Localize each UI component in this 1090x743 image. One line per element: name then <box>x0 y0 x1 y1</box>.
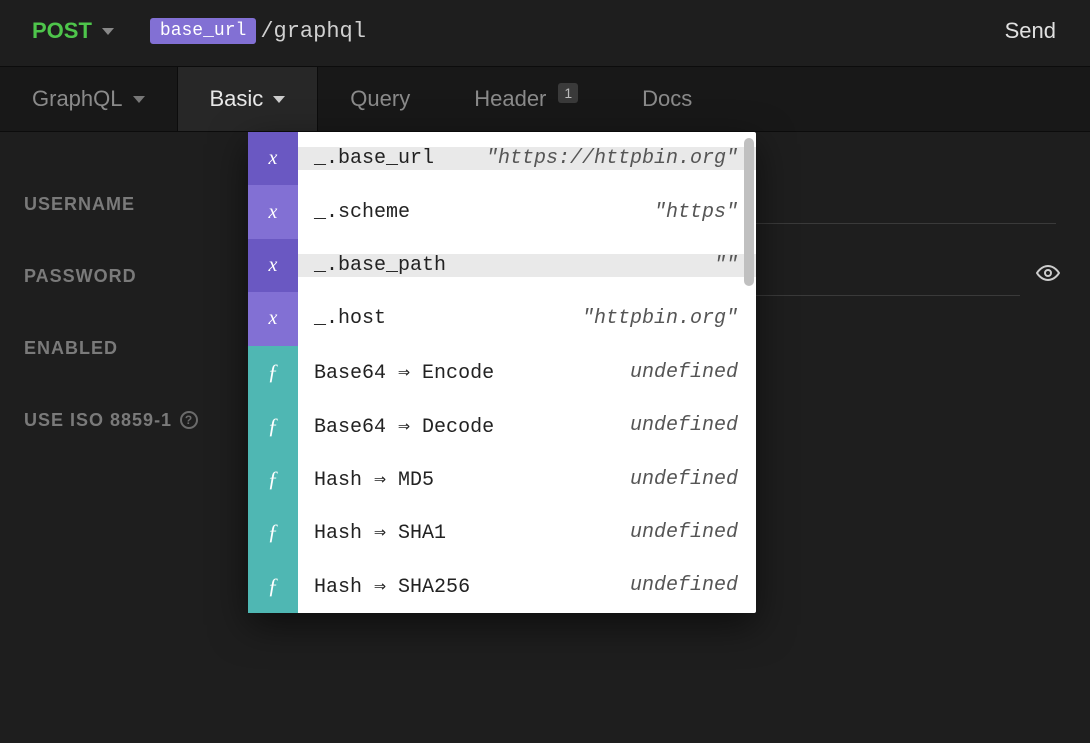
tab-query-label: Query <box>350 86 410 112</box>
url-input[interactable]: base_url /graphql <box>150 18 366 44</box>
autocomplete-item-name: _.base_path <box>314 254 446 277</box>
autocomplete-item-value: undefined <box>630 574 738 597</box>
autocomplete-item-value: undefined <box>630 468 738 491</box>
autocomplete-item-value: undefined <box>630 521 738 544</box>
autocomplete-item-value: "httpbin.org" <box>582 307 738 330</box>
autocomplete-item[interactable]: x _.base_url "https://httpbin.org" <box>248 132 756 185</box>
autocomplete-item[interactable]: ƒ Base64 ⇒ Decode undefined <box>248 399 756 452</box>
function-icon: ƒ <box>248 346 298 399</box>
chevron-down-icon <box>133 96 145 103</box>
function-icon: ƒ <box>248 559 298 612</box>
autocomplete-item-name: Base64 ⇒ Encode <box>314 359 494 385</box>
autocomplete-item[interactable]: ƒ Hash ⇒ SHA1 undefined <box>248 506 756 559</box>
tab-docs[interactable]: Docs <box>610 67 724 131</box>
autocomplete-item[interactable]: ƒ Base64 ⇒ Encode undefined <box>248 346 756 399</box>
tab-auth-type[interactable]: Basic <box>178 67 319 131</box>
autocomplete-item-value: undefined <box>630 361 738 384</box>
autocomplete-item[interactable]: x _.base_path "" <box>248 239 756 292</box>
variable-icon: x <box>248 292 298 345</box>
autocomplete-item[interactable]: ƒ Hash ⇒ MD5 undefined <box>248 452 756 505</box>
autocomplete-item-body: _.host "httpbin.org" <box>298 307 756 330</box>
autocomplete-item-body: _.base_url "https://httpbin.org" <box>298 147 756 170</box>
http-method-label: POST <box>32 18 92 44</box>
http-method-dropdown[interactable]: POST <box>24 12 122 50</box>
tab-query[interactable]: Query <box>318 67 442 131</box>
tab-header[interactable]: Header 1 <box>442 67 610 131</box>
header-count-badge: 1 <box>558 83 578 103</box>
tab-auth-type-label: Basic <box>210 86 264 112</box>
function-icon: ƒ <box>248 452 298 505</box>
autocomplete-item[interactable]: x _.scheme "https" <box>248 185 756 238</box>
chevron-down-icon <box>102 28 114 35</box>
eye-icon[interactable] <box>1030 261 1066 291</box>
url-variable-chip[interactable]: base_url <box>150 18 256 44</box>
autocomplete-item-body: _.scheme "https" <box>298 201 756 224</box>
autocomplete-item-name: Hash ⇒ SHA256 <box>314 573 470 599</box>
autocomplete-item-body: _.base_path "" <box>298 254 756 277</box>
function-icon: ƒ <box>248 399 298 452</box>
tab-body-type[interactable]: GraphQL <box>0 67 178 131</box>
autocomplete-item-value: "https" <box>654 201 738 224</box>
tab-docs-label: Docs <box>642 86 692 112</box>
iso-label: USE ISO 8859-1 ? <box>24 410 254 431</box>
enabled-label: ENABLED <box>24 338 254 359</box>
chevron-down-icon <box>273 96 285 103</box>
basic-auth-form: USERNAME PASSWORD ENABLED USE ISO 8859-1… <box>0 132 1090 492</box>
variable-icon: x <box>248 132 298 185</box>
autocomplete-item-body: Hash ⇒ SHA1 undefined <box>298 519 756 545</box>
autocomplete-item-name: _.base_url <box>314 147 434 170</box>
autocomplete-item-name: _.scheme <box>314 201 410 224</box>
function-icon: ƒ <box>248 506 298 559</box>
autocomplete-item-body: Base64 ⇒ Encode undefined <box>298 359 756 385</box>
variable-icon: x <box>248 185 298 238</box>
autocomplete-item[interactable]: x _.host "httpbin.org" <box>248 292 756 345</box>
autocomplete-item-name: _.host <box>314 307 386 330</box>
autocomplete-item-value: undefined <box>630 414 738 437</box>
autocomplete-popup: x_.base_url"https://httpbin.org"x_.schem… <box>248 132 756 613</box>
help-icon[interactable]: ? <box>180 411 198 429</box>
autocomplete-item-name: Base64 ⇒ Decode <box>314 413 494 439</box>
tab-header-label: Header <box>474 86 546 112</box>
autocomplete-item-body: Hash ⇒ MD5 undefined <box>298 466 756 492</box>
autocomplete-item-name: Hash ⇒ MD5 <box>314 466 434 492</box>
autocomplete-item-name: Hash ⇒ SHA1 <box>314 519 446 545</box>
iso-label-text: USE ISO 8859-1 <box>24 410 172 431</box>
autocomplete-item-body: Base64 ⇒ Decode undefined <box>298 413 756 439</box>
variable-icon: x <box>248 239 298 292</box>
username-label: USERNAME <box>24 194 254 215</box>
tab-body-type-label: GraphQL <box>32 86 123 112</box>
autocomplete-item-value: "https://httpbin.org" <box>486 147 738 170</box>
url-path-text: /graphql <box>260 19 366 44</box>
request-tabs: GraphQL Basic Query Header 1 Docs <box>0 66 1090 132</box>
request-bar: POST base_url /graphql Send <box>0 0 1090 66</box>
autocomplete-item[interactable]: ƒ Hash ⇒ SHA256 undefined <box>248 559 756 612</box>
autocomplete-item-body: Hash ⇒ SHA256 undefined <box>298 573 756 599</box>
send-button[interactable]: Send <box>995 12 1066 50</box>
password-label: PASSWORD <box>24 266 254 287</box>
autocomplete-item-value: "" <box>714 254 738 277</box>
scrollbar-thumb[interactable] <box>744 138 754 286</box>
